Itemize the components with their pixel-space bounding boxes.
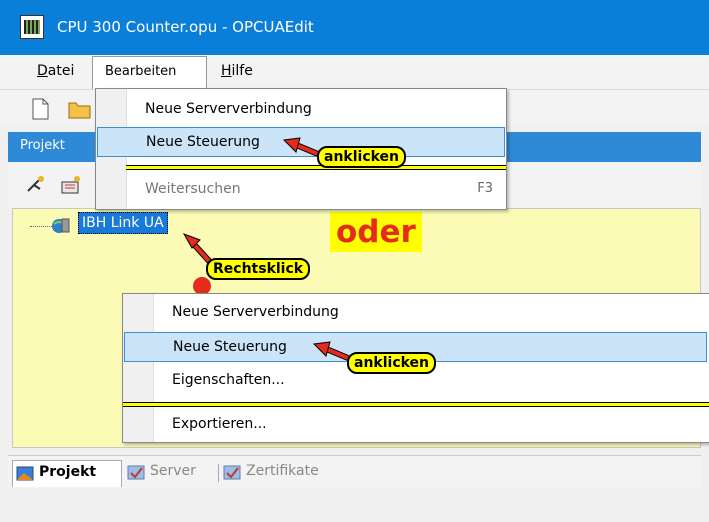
anklicken-callout-top: anklicken: [317, 146, 407, 168]
new-file-icon[interactable]: [30, 98, 50, 120]
app-icon: [20, 15, 44, 39]
add-connection-icon[interactable]: [26, 175, 46, 195]
edit-menu-item-neue-serververbindung[interactable]: Neue Serververbindung: [97, 95, 505, 125]
tab-projekt[interactable]: Projekt: [12, 460, 122, 487]
context-menu-item-exportieren[interactable]: Exportieren...: [124, 410, 709, 440]
open-folder-icon[interactable]: [68, 98, 92, 120]
oder-annotation: oder: [330, 212, 422, 252]
edit-menu-separator: [126, 165, 506, 170]
status-bar: [0, 490, 709, 522]
shortcut-f3: F3: [477, 181, 493, 196]
menu-datei[interactable]: Datei: [37, 63, 74, 79]
tab-server[interactable]: Server: [124, 460, 214, 486]
window-title: CPU 300 Counter.opu - OPCUAEdit: [57, 18, 314, 36]
project-panel-title: Projekt: [20, 138, 65, 153]
anklicken-arrow-bottom: [312, 341, 350, 361]
add-controller-icon[interactable]: [60, 175, 82, 195]
menu-bar: Datei Bearbeiten Hilfe: [0, 55, 709, 90]
menu-hilfe[interactable]: Hilfe: [221, 63, 253, 79]
edit-menu-item-weitersuchen: Weitersuchen F3: [145, 181, 493, 197]
bottom-tab-bar: Projekt Server Zertifikate: [8, 455, 701, 488]
tab-zertifikate[interactable]: Zertifikate: [220, 460, 350, 486]
tree-connector: [30, 226, 52, 227]
menu-bearbeiten[interactable]: Bearbeiten: [92, 56, 207, 89]
rechtsklick-callout: Rechtsklick: [206, 258, 311, 280]
title-bar: CPU 300 Counter.opu - OPCUAEdit: [0, 0, 709, 55]
project-tab-icon: [16, 466, 34, 481]
tree-node-ibh-link-ua[interactable]: IBH Link UA: [78, 212, 168, 234]
context-menu-item-neue-serververbindung[interactable]: Neue Serververbindung: [124, 298, 709, 328]
server-node-icon: [52, 218, 70, 233]
context-menu-separator: [123, 402, 709, 407]
server-tab-icon: [127, 465, 145, 480]
anklicken-arrow-top: [282, 137, 320, 157]
certificate-tab-icon: [223, 465, 241, 480]
anklicken-callout-bottom: anklicken: [347, 352, 437, 374]
